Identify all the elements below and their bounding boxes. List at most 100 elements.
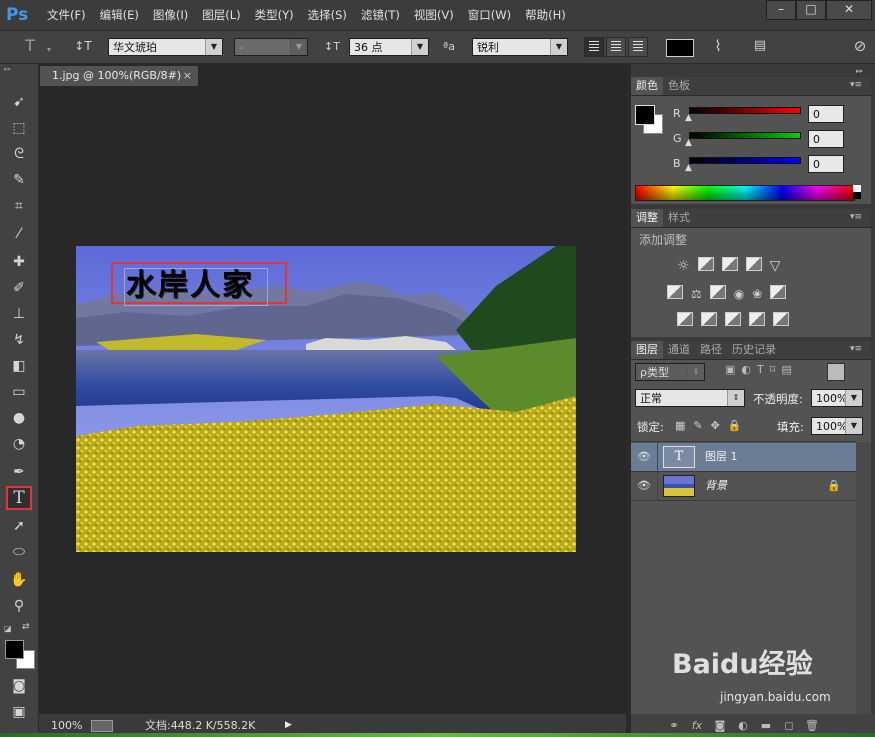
filter-shape-icon[interactable]: ⌑	[770, 363, 776, 376]
threshold-icon[interactable]	[725, 312, 741, 326]
delete-layer-icon[interactable]: 🗑	[803, 719, 821, 732]
filter-type-icon[interactable]: T	[757, 363, 764, 376]
swap-colors-icon[interactable]: ⇄	[22, 622, 34, 632]
color-balance-icon[interactable]: ⚖	[691, 285, 702, 303]
exposure-icon[interactable]	[745, 257, 762, 271]
lock-position-icon[interactable]: ✥	[711, 419, 720, 432]
crop-tool-icon[interactable]: ⌗	[6, 194, 32, 218]
lock-transparent-icon[interactable]: ▦	[675, 419, 685, 432]
font-family-select[interactable]: 华文琥珀 ▼	[108, 38, 223, 56]
maximize-button[interactable]: □	[796, 0, 826, 20]
tab-swatches[interactable]: 色板	[663, 77, 695, 95]
dodge-tool-icon[interactable]: ◔	[6, 432, 32, 456]
document-tab[interactable]: 1.jpg @ 100%(RGB/8#) ×	[40, 66, 198, 86]
menu-filter[interactable]: 滤镜(T)	[354, 7, 407, 23]
channel-g-slider[interactable]	[689, 132, 801, 139]
align-center-button[interactable]	[606, 37, 626, 57]
color-lookup-icon[interactable]	[770, 285, 787, 299]
zoom-tool-icon[interactable]: ⚲	[6, 594, 32, 618]
vibrance-icon[interactable]: ▽	[770, 257, 781, 275]
curves-icon[interactable]	[721, 257, 738, 271]
hand-tool-icon[interactable]: ✋	[6, 568, 32, 592]
channel-b-slider[interactable]	[689, 157, 801, 164]
panel-menu-icon[interactable]: ▾≡	[850, 80, 862, 90]
menu-image[interactable]: 图像(I)	[146, 7, 195, 23]
filter-smart-object-icon[interactable]: ▤	[781, 363, 791, 376]
warp-text-icon[interactable]: ⌇	[708, 37, 728, 55]
tab-history[interactable]: 历史记录	[727, 341, 781, 359]
layer-name[interactable]: 背景	[705, 472, 727, 500]
move-tool-icon[interactable]: ➹	[6, 90, 32, 114]
filter-adjustment-icon[interactable]: ◐	[741, 363, 751, 376]
collapse-toolbox-icon[interactable]: ▸▸	[4, 66, 34, 73]
fx-icon[interactable]: fx	[688, 719, 706, 732]
lasso-tool-icon[interactable]: ᘓ	[6, 142, 32, 166]
eyedropper-tool-icon[interactable]: ⁄	[6, 222, 32, 246]
collapse-panels-icon[interactable]: ▸▸	[856, 67, 868, 75]
menu-layer[interactable]: 图层(L)	[195, 7, 247, 23]
type-tool-preset-icon[interactable]: T	[20, 37, 40, 55]
lock-all-icon[interactable]: 🔒	[728, 419, 742, 432]
panel-menu-icon[interactable]: ▾≡	[850, 212, 862, 222]
tab-adjustments[interactable]: 调整	[631, 209, 663, 227]
layer-name[interactable]: 图层 1	[705, 443, 738, 471]
tab-channels[interactable]: 通道	[663, 341, 695, 359]
text-color-swatch[interactable]	[666, 39, 694, 57]
layer-filter-select[interactable]: ρ类型 ⇕	[635, 363, 705, 381]
menu-select[interactable]: 选择(S)	[301, 7, 354, 23]
menu-help[interactable]: 帮助(H)	[518, 7, 573, 23]
menu-edit[interactable]: 编辑(E)	[93, 7, 146, 23]
menu-type[interactable]: 类型(Y)	[248, 7, 301, 23]
channel-g-handle-icon[interactable]: ▲	[685, 138, 692, 148]
channel-b-handle-icon[interactable]: ▲	[685, 163, 692, 173]
antialias-select[interactable]: 锐利 ▼	[472, 38, 568, 56]
brightness-icon[interactable]: ☼	[677, 257, 690, 275]
marquee-tool-icon[interactable]: ⬚	[6, 116, 32, 140]
close-tab-icon[interactable]: ×	[183, 66, 192, 86]
layers-scrollbar[interactable]	[856, 442, 871, 714]
photo-filter-icon[interactable]: ◉	[734, 285, 744, 303]
new-group-icon[interactable]: ▬	[757, 719, 775, 732]
layer-row-text[interactable]: 👁 T 图层 1	[631, 443, 856, 472]
ellipse-tool-icon[interactable]: ⬭	[6, 540, 32, 564]
new-layer-icon[interactable]: ◻	[780, 719, 798, 732]
healing-brush-tool-icon[interactable]: ✚	[6, 250, 32, 274]
quick-mask-icon[interactable]: ◙	[6, 674, 32, 698]
close-button[interactable]: ✕	[826, 0, 872, 20]
blur-tool-icon[interactable]: ●	[6, 406, 32, 430]
channel-mixer-icon[interactable]: ❀	[752, 285, 762, 303]
tab-color[interactable]: 颜色	[631, 77, 663, 95]
align-left-button[interactable]	[584, 37, 604, 57]
spectrum-black-swatch[interactable]	[853, 192, 861, 199]
menu-window[interactable]: 窗口(W)	[461, 7, 518, 23]
screen-mode-icon[interactable]: ▣	[6, 700, 32, 724]
link-layers-icon[interactable]: ⚭	[665, 719, 683, 732]
new-adjustment-icon[interactable]: ◐	[734, 719, 752, 732]
foreground-color-swatch[interactable]	[5, 640, 24, 659]
channel-g-input[interactable]: 0	[808, 130, 844, 148]
brush-tool-icon[interactable]: ✐	[6, 276, 32, 300]
gradient-tool-icon[interactable]: ▭	[6, 380, 32, 404]
add-mask-icon[interactable]: ◙	[711, 719, 729, 732]
menu-view[interactable]: 视图(V)	[407, 7, 461, 23]
spectrum-white-swatch[interactable]	[853, 185, 861, 192]
invert-icon[interactable]	[677, 312, 693, 326]
channel-b-input[interactable]: 0	[808, 155, 844, 173]
filter-toggle-switch[interactable]	[827, 363, 845, 381]
menu-file[interactable]: 文件(F)	[40, 7, 93, 23]
visibility-eye-icon[interactable]: 👁	[637, 450, 651, 464]
visibility-eye-icon[interactable]: 👁	[637, 479, 651, 493]
tab-paths[interactable]: 路径	[695, 341, 727, 359]
panel-menu-icon[interactable]: ▾≡	[850, 344, 862, 354]
tab-styles[interactable]: 样式	[663, 209, 695, 227]
color-spectrum-bar[interactable]	[635, 185, 855, 201]
lock-pixels-icon[interactable]: ✎	[693, 419, 702, 432]
history-brush-tool-icon[interactable]: ↯	[6, 328, 32, 352]
toggle-orientation-icon[interactable]: ↕T	[70, 37, 96, 55]
character-panel-icon[interactable]: ▤	[750, 37, 770, 55]
font-style-select[interactable]: - ▼	[234, 38, 308, 56]
filter-pixel-icon[interactable]: ▣	[725, 363, 735, 376]
layer-row-background[interactable]: 👁 背景 🔒	[631, 472, 856, 501]
fill-input[interactable]: 100% ▼	[811, 417, 863, 435]
blend-mode-select[interactable]: 正常 ⇕	[635, 389, 745, 407]
